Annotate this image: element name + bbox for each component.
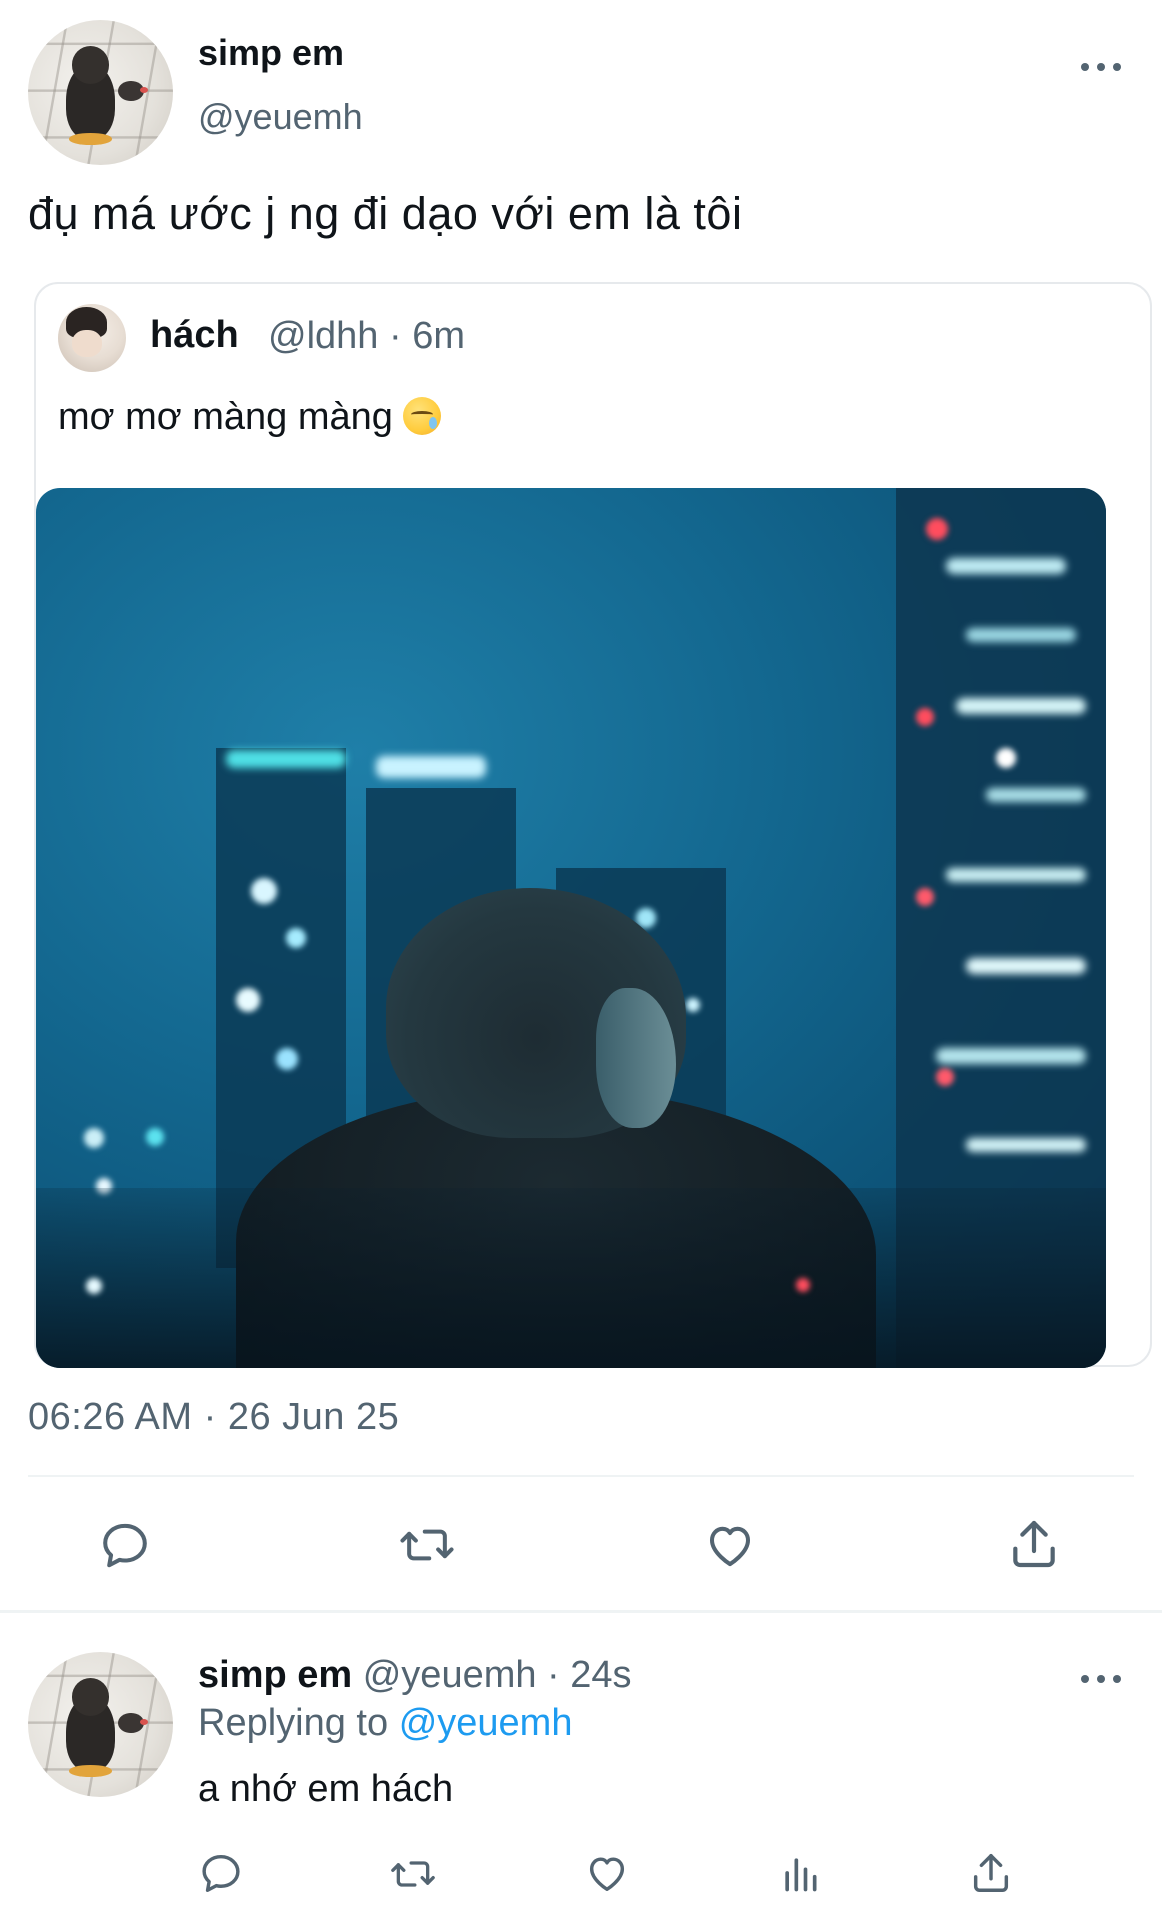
tweet-timestamp[interactable]: 06:26 AM · 26 Jun 25	[28, 1396, 399, 1439]
more-options-icon[interactable]	[1081, 60, 1121, 74]
replying-to-mention[interactable]: @yeuemh	[399, 1702, 573, 1744]
quoted-author-avatar	[58, 304, 126, 372]
reply-like-icon[interactable]	[584, 1850, 630, 1896]
reply-retweet-icon[interactable]	[388, 1852, 438, 1896]
analytics-icon[interactable]	[778, 1850, 822, 1896]
quoted-tweet-photo[interactable]	[36, 488, 1106, 1368]
quoted-tweet-card[interactable]: hách @ldhh · 6m mơ mơ màng màng	[34, 282, 1152, 1368]
reply-icon[interactable]	[98, 1518, 152, 1572]
quoted-tweet-text-row: mơ mơ màng màng	[58, 396, 441, 439]
reply-header: simp em @yeuemh · 24s	[198, 1654, 632, 1697]
author-handle[interactable]: @yeuemh	[198, 96, 363, 138]
divider	[28, 1475, 1134, 1477]
reply-author-display-name[interactable]: simp em	[198, 1654, 352, 1696]
retweet-icon[interactable]	[398, 1518, 456, 1572]
reply-tweet-text: a nhớ em hách	[198, 1768, 454, 1810]
tweet-text: đụ má ước j ng đi dạo với em là tôi	[28, 188, 743, 239]
reply-more-options-icon[interactable]	[1081, 1672, 1121, 1686]
quoted-author-display-name: hách	[150, 314, 239, 356]
share-icon[interactable]	[1006, 1516, 1062, 1572]
reply-reply-icon[interactable]	[198, 1850, 244, 1896]
like-icon[interactable]	[702, 1518, 758, 1572]
replying-to-line: Replying to @yeuemh	[198, 1702, 572, 1745]
author-display-name[interactable]: simp em	[198, 32, 344, 74]
tweet-detail-page: simp em @yeuemh đụ má ước j ng đi dạo vớ…	[0, 0, 1162, 1920]
quoted-tweet-text: mơ mơ màng màng	[58, 396, 393, 438]
reply-share-icon[interactable]	[968, 1850, 1014, 1896]
quoted-author-meta: @ldhh · 6m	[268, 315, 465, 357]
reply-author-avatar[interactable]	[28, 1652, 173, 1797]
section-divider	[0, 1610, 1162, 1613]
replying-to-prefix: Replying to	[198, 1702, 389, 1744]
author-avatar[interactable]	[28, 20, 173, 165]
reply-author-meta[interactable]: @yeuemh · 24s	[363, 1654, 632, 1696]
sleepy-face-emoji-icon	[402, 397, 441, 435]
